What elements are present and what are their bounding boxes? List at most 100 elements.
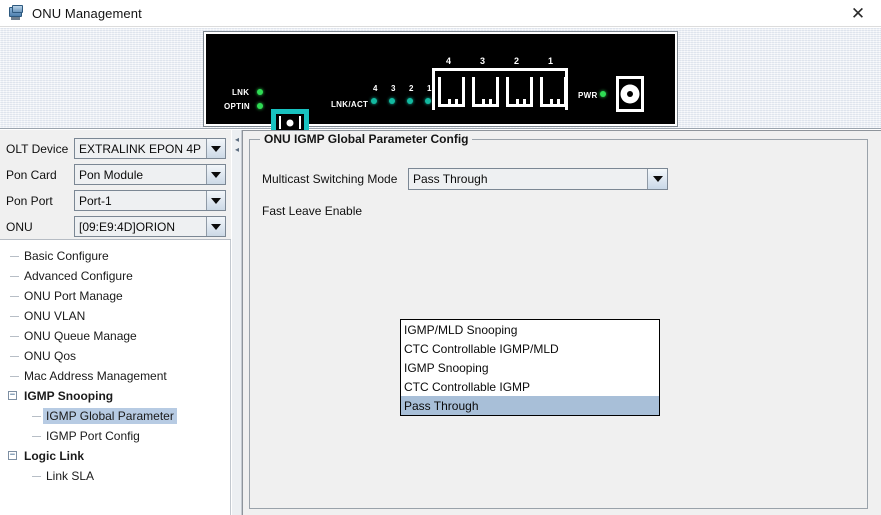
tree-item-logic-link[interactable]: − Logic Link	[0, 446, 230, 466]
device-banner: LNK OPTIN LNK/ACT 4 3 2 1 4 3 2 1 PWR	[0, 28, 881, 142]
tree-item-label: IGMP Snooping	[24, 389, 114, 403]
rj45-port-4	[438, 77, 465, 107]
tree-item-label: Basic Configure	[24, 249, 109, 263]
panel-splitter[interactable]: ◂ ◂	[231, 130, 242, 515]
multicast-switching-mode-label: Multicast Switching Mode	[262, 172, 398, 186]
group-title: ONU IGMP Global Parameter Config	[260, 132, 473, 146]
tree-expander-icon[interactable]: −	[8, 391, 17, 400]
fast-leave-enable-label: Fast Leave Enable	[262, 204, 363, 218]
rj45-port-3	[472, 77, 499, 107]
lnkact-num-2: 2	[409, 84, 414, 93]
olt-device-label: OLT Device	[6, 141, 69, 156]
port-number-1: 1	[548, 56, 554, 66]
tree-connector-line	[10, 316, 19, 317]
tree-item-mac-address-management[interactable]: Mac Address Management	[0, 366, 230, 386]
pon-card-label: Pon Card	[6, 167, 57, 182]
device-selector-form: OLT Device EXTRALINK EPON 4P Pon Card Po…	[0, 130, 231, 240]
pon-port-value: Port-1	[79, 193, 112, 208]
multicast-mode-dropdown-list[interactable]: IGMP/MLD Snooping CTC Controllable IGMP/M…	[400, 319, 660, 416]
onu-row: ONU [09:E9:4D]ORION	[6, 216, 226, 237]
pon-card-value: Pon Module	[79, 167, 144, 182]
power-jack-icon	[616, 76, 644, 112]
tree-item-igmp-snooping[interactable]: − IGMP Snooping	[0, 386, 230, 406]
olt-device-select[interactable]: EXTRALINK EPON 4P	[74, 138, 226, 159]
navigation-tree[interactable]: Basic Configure Advanced Configure ONU Por…	[0, 240, 231, 515]
chevron-down-icon[interactable]	[206, 139, 225, 158]
onu-value: [09:E9:4D]ORION	[79, 219, 176, 234]
rj45-port-1	[540, 77, 567, 107]
tree-item-label: Link SLA	[46, 469, 95, 483]
chevron-down-icon[interactable]	[206, 191, 225, 210]
lnkact-led-3	[389, 98, 395, 104]
optin-label: OPTIN	[224, 102, 250, 111]
chevron-down-icon[interactable]	[206, 217, 225, 236]
onu-management-window: ONU Management ✕ LNK OPTIN LNK/ACT 4 3 2…	[0, 0, 881, 515]
tree-item-onu-queue-manage[interactable]: ONU Queue Manage	[0, 326, 230, 346]
dropdown-option[interactable]: IGMP Snooping	[401, 358, 659, 377]
tree-item-basic-configure[interactable]: Basic Configure	[0, 246, 230, 266]
tree-item-link-sla[interactable]: Link SLA	[0, 466, 230, 486]
pwr-led	[600, 91, 606, 97]
multicast-switching-mode-row: Multicast Switching Mode	[262, 168, 397, 190]
rj45-port-2	[506, 77, 533, 107]
tree-item-label: Logic Link	[24, 449, 84, 463]
olt-device-row: OLT Device EXTRALINK EPON 4P	[6, 138, 226, 159]
onu-select[interactable]: [09:E9:4D]ORION	[74, 216, 226, 237]
dropdown-option[interactable]: CTC Controllable IGMP	[401, 377, 659, 396]
tree-connector-line	[10, 276, 19, 277]
title-bar: ONU Management ✕	[0, 0, 881, 27]
port-number-3: 3	[480, 56, 486, 66]
dropdown-option[interactable]: IGMP/MLD Snooping	[401, 320, 659, 339]
main-body: OLT Device EXTRALINK EPON 4P Pon Card Po…	[0, 130, 881, 515]
close-icon[interactable]: ✕	[835, 0, 881, 27]
dropdown-option[interactable]: Pass Through	[401, 396, 659, 415]
lnkact-num-4: 4	[373, 84, 378, 93]
pwr-label: PWR	[578, 91, 598, 100]
rj45-port-group	[432, 68, 568, 110]
lnkact-led-4	[371, 98, 377, 104]
fast-leave-enable-row: Fast Leave Enable	[262, 200, 362, 222]
tree-connector-line	[10, 356, 19, 357]
lnkact-led-1	[425, 98, 431, 104]
chevron-down-icon[interactable]	[206, 165, 225, 184]
tree-connector-line	[10, 376, 19, 377]
device-front-panel-image: LNK OPTIN LNK/ACT 4 3 2 1 4 3 2 1 PWR	[204, 32, 677, 142]
tree-item-onu-port-manage[interactable]: ONU Port Manage	[0, 286, 230, 306]
tree-item-label: IGMP Port Config	[46, 429, 140, 443]
lnkact-num-3: 3	[391, 84, 396, 93]
pon-port-select[interactable]: Port-1	[74, 190, 226, 211]
tree-connector-line	[32, 476, 41, 477]
tree-connector-line	[10, 336, 19, 337]
tree-item-igmp-global-parameter[interactable]: IGMP Global Parameter	[0, 406, 230, 426]
tree-item-advanced-configure[interactable]: Advanced Configure	[0, 266, 230, 286]
left-panel: OLT Device EXTRALINK EPON 4P Pon Card Po…	[0, 130, 231, 515]
tree-expander-icon[interactable]: −	[8, 451, 17, 460]
splitter-collapse-icon[interactable]: ◂ ◂	[234, 136, 240, 162]
port-number-2: 2	[514, 56, 520, 66]
pon-port-label: Pon Port	[6, 193, 53, 208]
tree-item-igmp-port-config[interactable]: IGMP Port Config	[0, 426, 230, 446]
computer-monitor-icon	[8, 5, 24, 21]
tree-item-label: ONU Qos	[24, 349, 77, 363]
lnkact-led-2	[407, 98, 413, 104]
pon-port-row: Pon Port Port-1	[6, 190, 226, 211]
tree-item-label: Mac Address Management	[24, 369, 167, 383]
olt-device-value: EXTRALINK EPON 4P	[79, 141, 202, 156]
tree-item-label: IGMP Global Parameter	[43, 408, 177, 424]
pon-card-select[interactable]: Pon Module	[74, 164, 226, 185]
tree-item-onu-qos[interactable]: ONU Qos	[0, 346, 230, 366]
tree-item-onu-vlan[interactable]: ONU VLAN	[0, 306, 230, 326]
tree-item-label: ONU Queue Manage	[24, 329, 137, 343]
tree-connector-line	[32, 436, 41, 437]
dropdown-option[interactable]: CTC Controllable IGMP/MLD	[401, 339, 659, 358]
chevron-down-icon[interactable]	[647, 169, 667, 189]
onu-label: ONU	[6, 219, 33, 234]
tree-connector-line	[32, 416, 41, 417]
tree-connector-line	[10, 256, 19, 257]
multicast-switching-mode-select[interactable]: Pass Through	[408, 168, 668, 190]
tree-item-label: ONU Port Manage	[24, 289, 123, 303]
lnk-led	[257, 89, 263, 95]
tree-item-label: Advanced Configure	[24, 269, 133, 283]
window-title: ONU Management	[32, 5, 142, 21]
optin-led	[257, 103, 263, 109]
